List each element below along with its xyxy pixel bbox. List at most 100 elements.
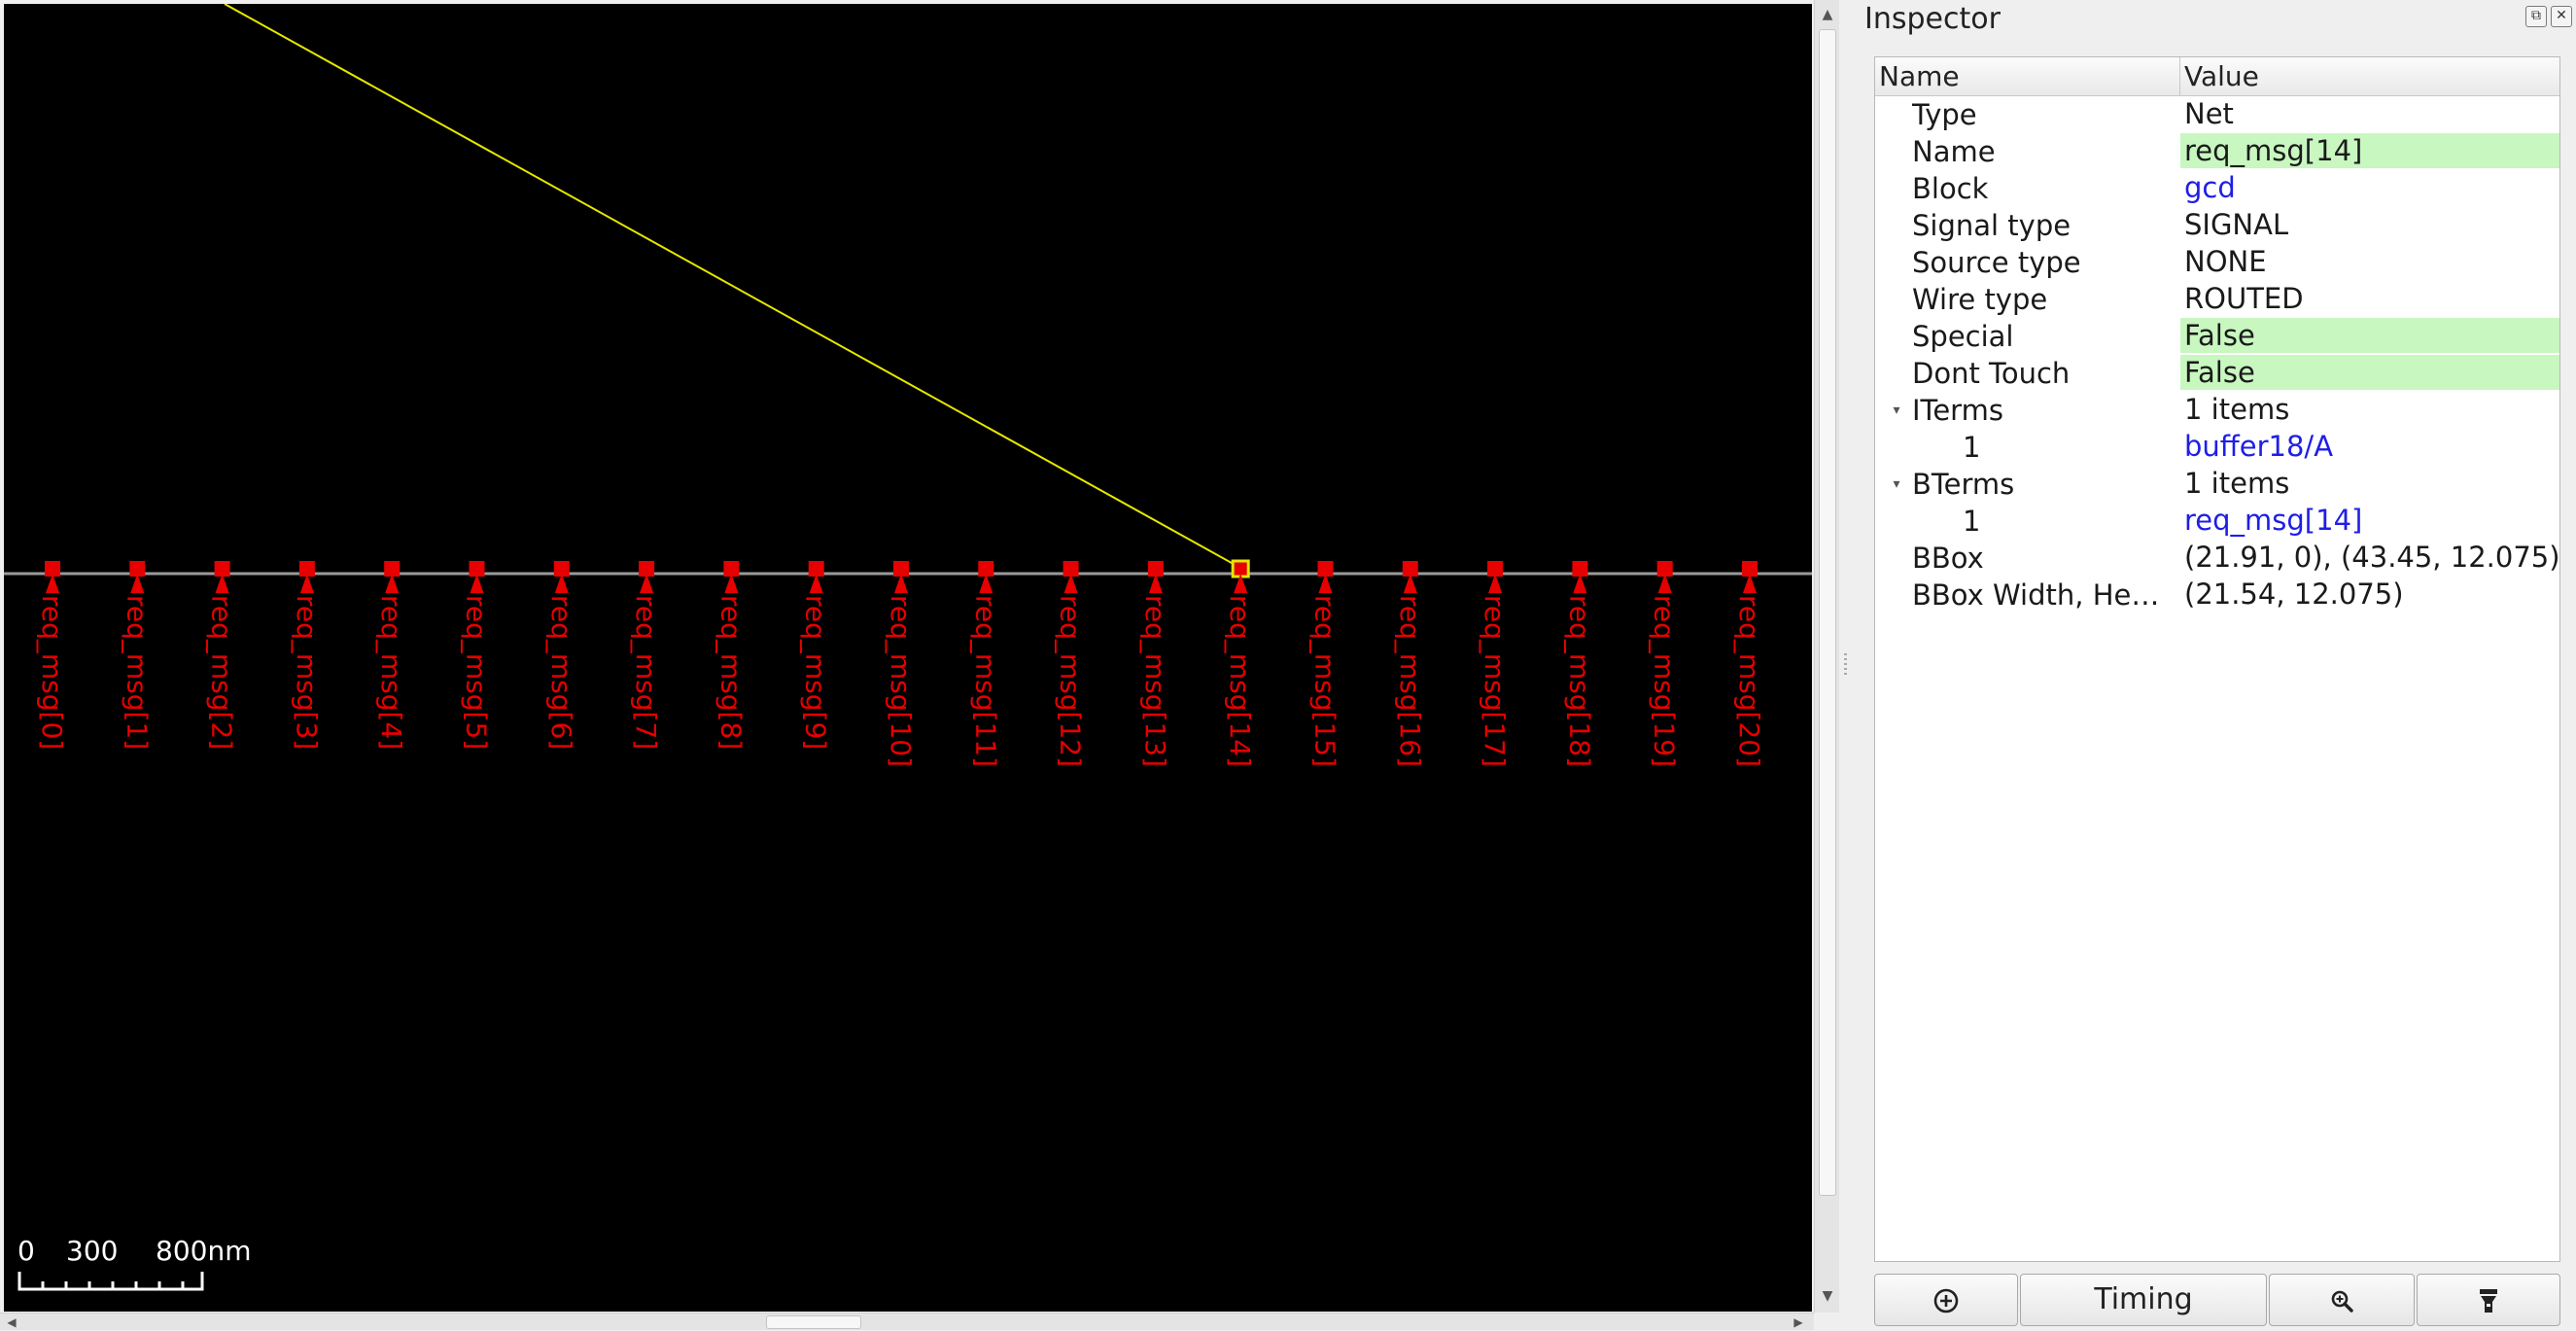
dock-splitter[interactable] [1839,0,1853,1330]
scale-tick-1-label: 300 [66,1235,118,1267]
row-value-link[interactable]: req_msg[14] [2180,503,2559,538]
tree-row[interactable]: Name req_msg[14] [1875,133,2559,170]
layout-canvas[interactable]: req_msg[0] req_msg[1] req_msg[2] req_msg[3]… [4,4,1812,1312]
row-name: Source type [1912,246,2081,279]
row-name: BTerms [1912,468,2015,501]
pin-0[interactable]: req_msg[0] [36,561,68,750]
pin-10[interactable]: req_msg[10] [885,561,917,767]
inspector-tree[interactable]: Name Value Type Net Name req_msg[14] Block gc… [1874,56,2560,1262]
float-icon[interactable]: ⧉ [2525,6,2547,27]
row-name: Wire type [1912,283,2048,316]
tree-row[interactable]: BBox Width, He… (21.54, 12.075) [1875,577,2559,613]
pin-3[interactable]: req_msg[3] [291,561,323,750]
row-value: Net [2184,97,2234,130]
pin-5[interactable]: req_msg[5] [461,561,493,750]
row-value-editable[interactable]: False [2180,355,2559,390]
expand-chevron-icon[interactable]: ▾ [1887,466,1906,503]
expand-chevron-icon[interactable]: ▾ [1887,392,1906,429]
tree-row[interactable]: ▾ BTerms 1 items [1875,466,2559,503]
pin-label: req_msg[5] [461,595,493,750]
scroll-down-arrow-icon[interactable]: ▼ [1815,1283,1840,1309]
pin-group: req_msg[0] req_msg[1] req_msg[2] req_msg[3]… [36,559,1765,767]
pin-13[interactable]: req_msg[13] [1139,561,1171,767]
pin-label: req_msg[15] [1309,595,1341,767]
pin-11[interactable]: req_msg[11] [969,561,1001,767]
inspector-toolbar: Timing [1874,1274,2560,1326]
vertical-scrollbar[interactable]: ▲ ▼ [1814,0,1839,1313]
scroll-up-arrow-icon[interactable]: ▲ [1815,2,1840,27]
add-button[interactable] [1874,1274,2018,1326]
tree-row[interactable]: Source type NONE [1875,244,2559,281]
pin-label: req_msg[6] [545,595,577,750]
pin-label: req_msg[13] [1139,595,1171,767]
pin-label: req_msg[3] [291,595,323,750]
pin-label: req_msg[1] [121,595,153,750]
row-value: (21.91, 0), (43.45, 12.075) [2184,541,2559,574]
pin-2[interactable]: req_msg[2] [206,561,238,750]
tree-row[interactable]: Block gcd [1875,170,2559,207]
pin-12[interactable]: req_msg[12] [1055,561,1087,767]
pin-1[interactable]: req_msg[1] [121,561,153,750]
tree-row[interactable]: 1 req_msg[14] [1875,503,2559,540]
tree-row[interactable]: Signal type SIGNAL [1875,207,2559,244]
scale-ruler [17,1272,204,1291]
row-value-editable[interactable]: req_msg[14] [2180,133,2559,168]
zoom-button[interactable] [2269,1274,2415,1326]
vertical-scroll-thumb[interactable] [1819,29,1836,1196]
pin-17[interactable]: req_msg[17] [1479,561,1511,767]
flashlight-icon [2480,1288,2497,1313]
row-name: BBox Width, He… [1912,578,2160,612]
horizontal-scroll-thumb[interactable] [766,1315,861,1329]
close-icon[interactable]: ✕ [2551,6,2572,27]
pin-label: req_msg[17] [1479,595,1511,767]
column-header-value[interactable]: Value [2180,57,2559,96]
layout-viewer: req_msg[0] req_msg[1] req_msg[2] req_msg[3]… [0,0,1839,1330]
scale-tick-0-label: 0 [17,1235,35,1267]
tree-row[interactable]: Dont Touch False [1875,355,2559,392]
scroll-left-arrow-icon[interactable]: ◀ [2,1313,21,1331]
row-name: Special [1912,320,2014,353]
pin-label: req_msg[16] [1394,595,1426,767]
pin-label: req_msg[11] [969,595,1001,767]
tree-row[interactable]: Wire type ROUTED [1875,281,2559,318]
row-name: Type [1912,98,1977,131]
scroll-right-arrow-icon[interactable]: ▶ [1789,1313,1808,1331]
row-value-link[interactable]: gcd [2180,170,2559,205]
pin-8[interactable]: req_msg[8] [714,561,747,750]
layout-drawing: req_msg[0] req_msg[1] req_msg[2] req_msg[3]… [4,4,1812,1291]
pin-15[interactable]: req_msg[15] [1309,561,1341,767]
row-value-link[interactable]: buffer18/A [2180,429,2559,464]
tree-row[interactable]: Special False [1875,318,2559,355]
splitter-grip-icon[interactable] [1844,653,1847,677]
row-value: (21.54, 12.075) [2184,578,2404,611]
pin-6[interactable]: req_msg[6] [545,561,577,750]
pin-label: req_msg[20] [1733,595,1765,767]
pin-18[interactable]: req_msg[18] [1563,561,1595,767]
pin-7[interactable]: req_msg[7] [630,561,662,750]
pin-label: req_msg[0] [36,595,68,750]
tree-row[interactable]: ▾ ITerms 1 items [1875,392,2559,429]
row-name: Block [1912,172,1989,205]
pin-label: req_msg[9] [800,595,832,750]
pin-20[interactable]: req_msg[20] [1733,561,1765,767]
tree-row[interactable]: 1 buffer18/A [1875,429,2559,466]
row-value: 1 items [2184,467,2290,500]
row-value: SIGNAL [2184,208,2289,241]
pin-19[interactable]: req_msg[19] [1649,561,1681,767]
highlight-button[interactable] [2417,1274,2560,1326]
timing-button[interactable]: Timing [2020,1274,2267,1326]
pin-16[interactable]: req_msg[16] [1394,561,1426,767]
pin-label: req_msg[7] [630,595,662,750]
tree-row[interactable]: BBox (21.91, 0), (43.45, 12.075) [1875,540,2559,577]
row-value: NONE [2184,245,2267,278]
column-header-name[interactable]: Name [1875,57,2180,96]
row-name: 1 [1963,431,1981,464]
tree-header: Name Value [1875,57,2559,96]
row-value-editable[interactable]: False [2180,318,2559,353]
pin-label: req_msg[19] [1649,595,1681,767]
pin-4[interactable]: req_msg[4] [375,561,407,750]
pin-14[interactable]: req_msg[14] [1224,559,1256,767]
tree-row[interactable]: Type Net [1875,96,2559,133]
pin-9[interactable]: req_msg[9] [800,561,832,750]
horizontal-scrollbar[interactable]: ◀ ▶ [0,1313,1814,1330]
